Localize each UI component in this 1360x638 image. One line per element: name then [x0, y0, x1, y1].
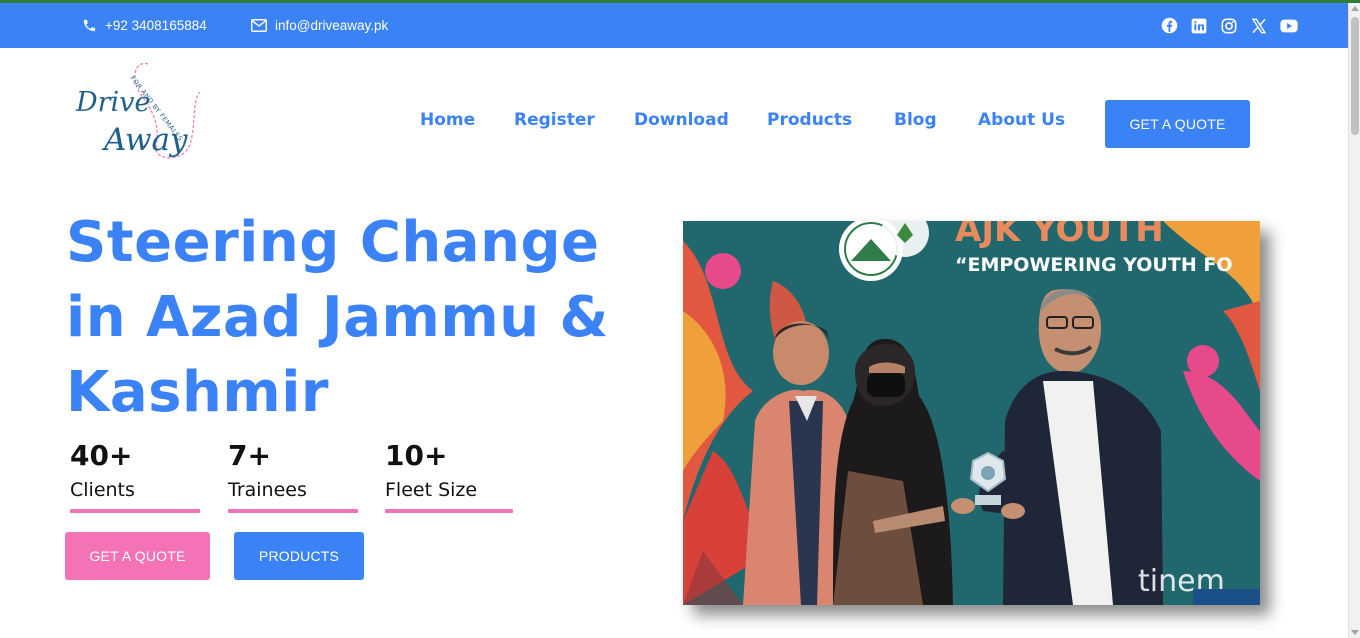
stat-number: 40+	[70, 439, 133, 472]
scroll-down-arrow-icon[interactable]	[1351, 630, 1359, 635]
page-scrollbar[interactable]	[1348, 3, 1360, 638]
linkedin-icon[interactable]	[1190, 17, 1208, 35]
envelope-icon	[251, 19, 267, 32]
nav-home[interactable]: Home	[420, 110, 475, 130]
nav-about-us[interactable]: About Us	[978, 110, 1065, 130]
stat-underline	[70, 509, 200, 513]
top-bar: +92 3408165884 info@driveaway.pk	[0, 3, 1348, 48]
phone-icon	[82, 18, 97, 33]
hero-title: Steering Change in Azad Jammu & Kashmir	[66, 210, 609, 425]
header-get-quote-button[interactable]: GET A QUOTE	[1105, 100, 1250, 148]
nav-download[interactable]: Download	[634, 110, 729, 130]
stat-fleet-size: 10+ Fleet Size	[385, 438, 513, 513]
x-icon[interactable]	[1250, 17, 1268, 35]
nav-register[interactable]: Register	[514, 110, 595, 130]
phone-contact[interactable]: +92 3408165884	[82, 3, 207, 48]
photo-banner-subtitle: “EMPOWERING YOUTH FO	[955, 254, 1232, 276]
phone-number: +92 3408165884	[105, 18, 207, 33]
stat-number: 7+	[228, 439, 271, 472]
stat-label: Fleet Size	[385, 479, 478, 501]
stat-clients: 40+ Clients	[70, 438, 200, 513]
drive-away-logo[interactable]: Drive Away FOR AND BY FEMALES	[72, 56, 204, 166]
stat-underline	[228, 509, 358, 513]
facebook-icon[interactable]	[1160, 17, 1178, 35]
scrollbar-thumb[interactable]	[1351, 17, 1359, 135]
email-contact[interactable]: info@driveaway.pk	[251, 3, 388, 48]
social-links	[1160, 3, 1298, 48]
stat-label: Trainees	[228, 479, 307, 501]
youtube-icon[interactable]	[1280, 17, 1298, 35]
photo-banner-title: AJK YOUTH	[955, 221, 1164, 250]
instagram-icon[interactable]	[1220, 17, 1238, 35]
scroll-up-arrow-icon[interactable]	[1351, 6, 1359, 11]
stat-underline	[385, 509, 513, 513]
hero-products-button[interactable]: PRODUCTS	[234, 532, 364, 580]
stat-label: Clients	[70, 479, 135, 501]
stat-number: 10+	[385, 439, 448, 472]
hero-award-photo: AJK YOUTH “EMPOWERING YOUTH FO tinem	[683, 221, 1260, 605]
nav-blog[interactable]: Blog	[894, 110, 937, 130]
hero-get-quote-button[interactable]: GET A QUOTE	[65, 532, 210, 580]
stat-trainees: 7+ Trainees	[228, 438, 358, 513]
nav-products[interactable]: Products	[767, 110, 852, 130]
email-address: info@driveaway.pk	[275, 18, 389, 33]
